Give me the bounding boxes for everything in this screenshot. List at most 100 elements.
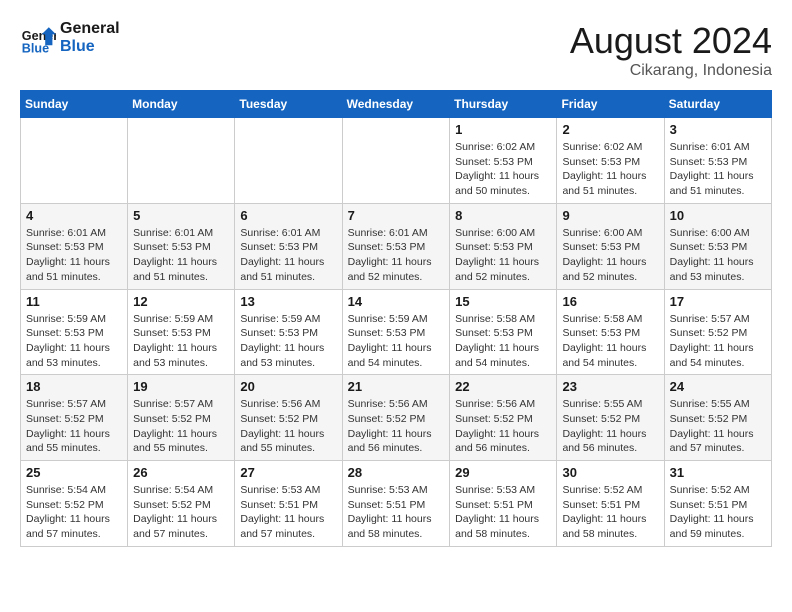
calendar-cell: 13Sunrise: 5:59 AMSunset: 5:53 PMDayligh… bbox=[235, 289, 342, 375]
day-number: 22 bbox=[455, 379, 551, 394]
day-info: Sunrise: 5:56 AMSunset: 5:52 PMDaylight:… bbox=[455, 397, 551, 456]
day-info: Sunrise: 6:00 AMSunset: 5:53 PMDaylight:… bbox=[670, 226, 766, 285]
weekday-header-friday: Friday bbox=[557, 91, 664, 118]
calendar-cell: 23Sunrise: 5:55 AMSunset: 5:52 PMDayligh… bbox=[557, 375, 664, 461]
calendar-cell: 5 Sunrise: 6:01 AMSunset: 5:53 PMDaylight… bbox=[128, 203, 235, 289]
weekday-header-sunday: Sunday bbox=[21, 91, 128, 118]
day-number: 1 bbox=[455, 122, 551, 137]
day-number: 19 bbox=[133, 379, 229, 394]
svg-text:Blue: Blue bbox=[22, 41, 49, 55]
day-number: 5 bbox=[133, 208, 229, 223]
day-number: 6 bbox=[240, 208, 336, 223]
day-number: 2 bbox=[562, 122, 658, 137]
calendar-cell: 2 Sunrise: 6:02 AMSunset: 5:53 PMDaylight… bbox=[557, 118, 664, 204]
day-number: 7 bbox=[348, 208, 445, 223]
day-info: Sunrise: 6:02 AMSunset: 5:53 PMDaylight:… bbox=[455, 140, 551, 199]
day-number: 27 bbox=[240, 465, 336, 480]
calendar-cell: 22 Sunrise: 5:56 AMSunset: 5:52 PMDayligh… bbox=[450, 375, 557, 461]
day-number: 10 bbox=[670, 208, 766, 223]
calendar-cell: 28Sunrise: 5:53 AMSunset: 5:51 PMDayligh… bbox=[342, 461, 450, 547]
day-number: 20 bbox=[240, 379, 336, 394]
day-info: Sunrise: 5:56 AMSunset: 5:52 PMDaylight:… bbox=[240, 397, 336, 456]
day-info: Sunrise: 5:54 AMSunset: 5:52 PMDaylight:… bbox=[133, 483, 229, 542]
day-number: 31 bbox=[670, 465, 766, 480]
day-info: Sunrise: 5:56 AMSunset: 5:52 PMDaylight:… bbox=[348, 397, 445, 456]
calendar-cell: 14 Sunrise: 5:59 AMSunset: 5:53 PMDayligh… bbox=[342, 289, 450, 375]
day-number: 18 bbox=[26, 379, 122, 394]
day-number: 23 bbox=[562, 379, 658, 394]
weekday-header-row: SundayMondayTuesdayWednesdayThursdayFrid… bbox=[21, 91, 772, 118]
calendar-cell: 27Sunrise: 5:53 AMSunset: 5:51 PMDayligh… bbox=[235, 461, 342, 547]
calendar-cell: 26 Sunrise: 5:54 AMSunset: 5:52 PMDayligh… bbox=[128, 461, 235, 547]
day-info: Sunrise: 5:57 AMSunset: 5:52 PMDaylight:… bbox=[133, 397, 229, 456]
calendar-cell: 25Sunrise: 5:54 AMSunset: 5:52 PMDayligh… bbox=[21, 461, 128, 547]
day-info: Sunrise: 6:02 AMSunset: 5:53 PMDaylight:… bbox=[562, 140, 658, 199]
calendar-cell: 1 Sunrise: 6:02 AMSunset: 5:53 PMDaylight… bbox=[450, 118, 557, 204]
day-info: Sunrise: 5:55 AMSunset: 5:52 PMDaylight:… bbox=[670, 397, 766, 456]
day-number: 4 bbox=[26, 208, 122, 223]
calendar-cell: 8Sunrise: 6:00 AMSunset: 5:53 PMDaylight… bbox=[450, 203, 557, 289]
location: Cikarang, Indonesia bbox=[570, 62, 772, 80]
title-block: August 2024 Cikarang, Indonesia bbox=[570, 20, 772, 80]
calendar-cell: 17Sunrise: 5:57 AMSunset: 5:52 PMDayligh… bbox=[664, 289, 771, 375]
logo-general: General bbox=[60, 20, 120, 38]
calendar-week-row: 18 Sunrise: 5:57 AMSunset: 5:52 PMDayligh… bbox=[21, 375, 772, 461]
calendar-cell: 29Sunrise: 5:53 AMSunset: 5:51 PMDayligh… bbox=[450, 461, 557, 547]
calendar-cell: 16 Sunrise: 5:58 AMSunset: 5:53 PMDayligh… bbox=[557, 289, 664, 375]
calendar-cell: 4 Sunrise: 6:01 AMSunset: 5:53 PMDaylight… bbox=[21, 203, 128, 289]
day-number: 30 bbox=[562, 465, 658, 480]
day-number: 12 bbox=[133, 294, 229, 309]
calendar-cell: 31 Sunrise: 5:52 AMSunset: 5:51 PMDayligh… bbox=[664, 461, 771, 547]
month-year: August 2024 bbox=[570, 20, 772, 62]
day-info: Sunrise: 5:59 AMSunset: 5:53 PMDaylight:… bbox=[26, 312, 122, 371]
day-number: 21 bbox=[348, 379, 445, 394]
day-info: Sunrise: 5:54 AMSunset: 5:52 PMDaylight:… bbox=[26, 483, 122, 542]
day-number: 28 bbox=[348, 465, 445, 480]
day-info: Sunrise: 6:01 AMSunset: 5:53 PMDaylight:… bbox=[348, 226, 445, 285]
calendar-cell: 19 Sunrise: 5:57 AMSunset: 5:52 PMDayligh… bbox=[128, 375, 235, 461]
day-number: 11 bbox=[26, 294, 122, 309]
calendar-cell: 18 Sunrise: 5:57 AMSunset: 5:52 PMDayligh… bbox=[21, 375, 128, 461]
weekday-header-wednesday: Wednesday bbox=[342, 91, 450, 118]
day-number: 17 bbox=[670, 294, 766, 309]
day-number: 3 bbox=[670, 122, 766, 137]
day-info: Sunrise: 5:52 AMSunset: 5:51 PMDaylight:… bbox=[670, 483, 766, 542]
day-number: 8 bbox=[455, 208, 551, 223]
calendar-cell: 20 Sunrise: 5:56 AMSunset: 5:52 PMDayligh… bbox=[235, 375, 342, 461]
logo-blue: Blue bbox=[60, 38, 120, 56]
calendar-cell bbox=[21, 118, 128, 204]
day-info: Sunrise: 5:59 AMSunset: 5:53 PMDaylight:… bbox=[348, 312, 445, 371]
calendar-cell: 7 Sunrise: 6:01 AMSunset: 5:53 PMDaylight… bbox=[342, 203, 450, 289]
weekday-header-tuesday: Tuesday bbox=[235, 91, 342, 118]
day-info: Sunrise: 6:00 AMSunset: 5:53 PMDaylight:… bbox=[562, 226, 658, 285]
day-number: 15 bbox=[455, 294, 551, 309]
day-info: Sunrise: 5:58 AMSunset: 5:53 PMDaylight:… bbox=[562, 312, 658, 371]
day-info: Sunrise: 5:58 AMSunset: 5:53 PMDaylight:… bbox=[455, 312, 551, 371]
calendar-cell: 11 Sunrise: 5:59 AMSunset: 5:53 PMDayligh… bbox=[21, 289, 128, 375]
calendar-cell: 3 Sunrise: 6:01 AMSunset: 5:53 PMDaylight… bbox=[664, 118, 771, 204]
weekday-header-saturday: Saturday bbox=[664, 91, 771, 118]
day-number: 26 bbox=[133, 465, 229, 480]
day-info: Sunrise: 6:01 AMSunset: 5:53 PMDaylight:… bbox=[670, 140, 766, 199]
calendar-cell: 6Sunrise: 6:01 AMSunset: 5:53 PMDaylight… bbox=[235, 203, 342, 289]
calendar-cell bbox=[342, 118, 450, 204]
day-info: Sunrise: 6:01 AMSunset: 5:53 PMDaylight:… bbox=[133, 226, 229, 285]
day-number: 9 bbox=[562, 208, 658, 223]
weekday-header-monday: Monday bbox=[128, 91, 235, 118]
calendar-cell: 12 Sunrise: 5:59 AMSunset: 5:53 PMDayligh… bbox=[128, 289, 235, 375]
calendar-cell: 15 Sunrise: 5:58 AMSunset: 5:53 PMDayligh… bbox=[450, 289, 557, 375]
calendar-cell: 24 Sunrise: 5:55 AMSunset: 5:52 PMDayligh… bbox=[664, 375, 771, 461]
day-number: 14 bbox=[348, 294, 445, 309]
weekday-header-thursday: Thursday bbox=[450, 91, 557, 118]
calendar-week-row: 25Sunrise: 5:54 AMSunset: 5:52 PMDayligh… bbox=[21, 461, 772, 547]
day-number: 24 bbox=[670, 379, 766, 394]
day-number: 29 bbox=[455, 465, 551, 480]
calendar-week-row: 4 Sunrise: 6:01 AMSunset: 5:53 PMDaylight… bbox=[21, 203, 772, 289]
day-info: Sunrise: 5:59 AMSunset: 5:53 PMDaylight:… bbox=[240, 312, 336, 371]
logo-icon: General Blue bbox=[20, 20, 56, 56]
day-info: Sunrise: 6:01 AMSunset: 5:53 PMDaylight:… bbox=[26, 226, 122, 285]
day-info: Sunrise: 5:57 AMSunset: 5:52 PMDaylight:… bbox=[26, 397, 122, 456]
day-info: Sunrise: 5:59 AMSunset: 5:53 PMDaylight:… bbox=[133, 312, 229, 371]
day-number: 16 bbox=[562, 294, 658, 309]
calendar-week-row: 11 Sunrise: 5:59 AMSunset: 5:53 PMDayligh… bbox=[21, 289, 772, 375]
